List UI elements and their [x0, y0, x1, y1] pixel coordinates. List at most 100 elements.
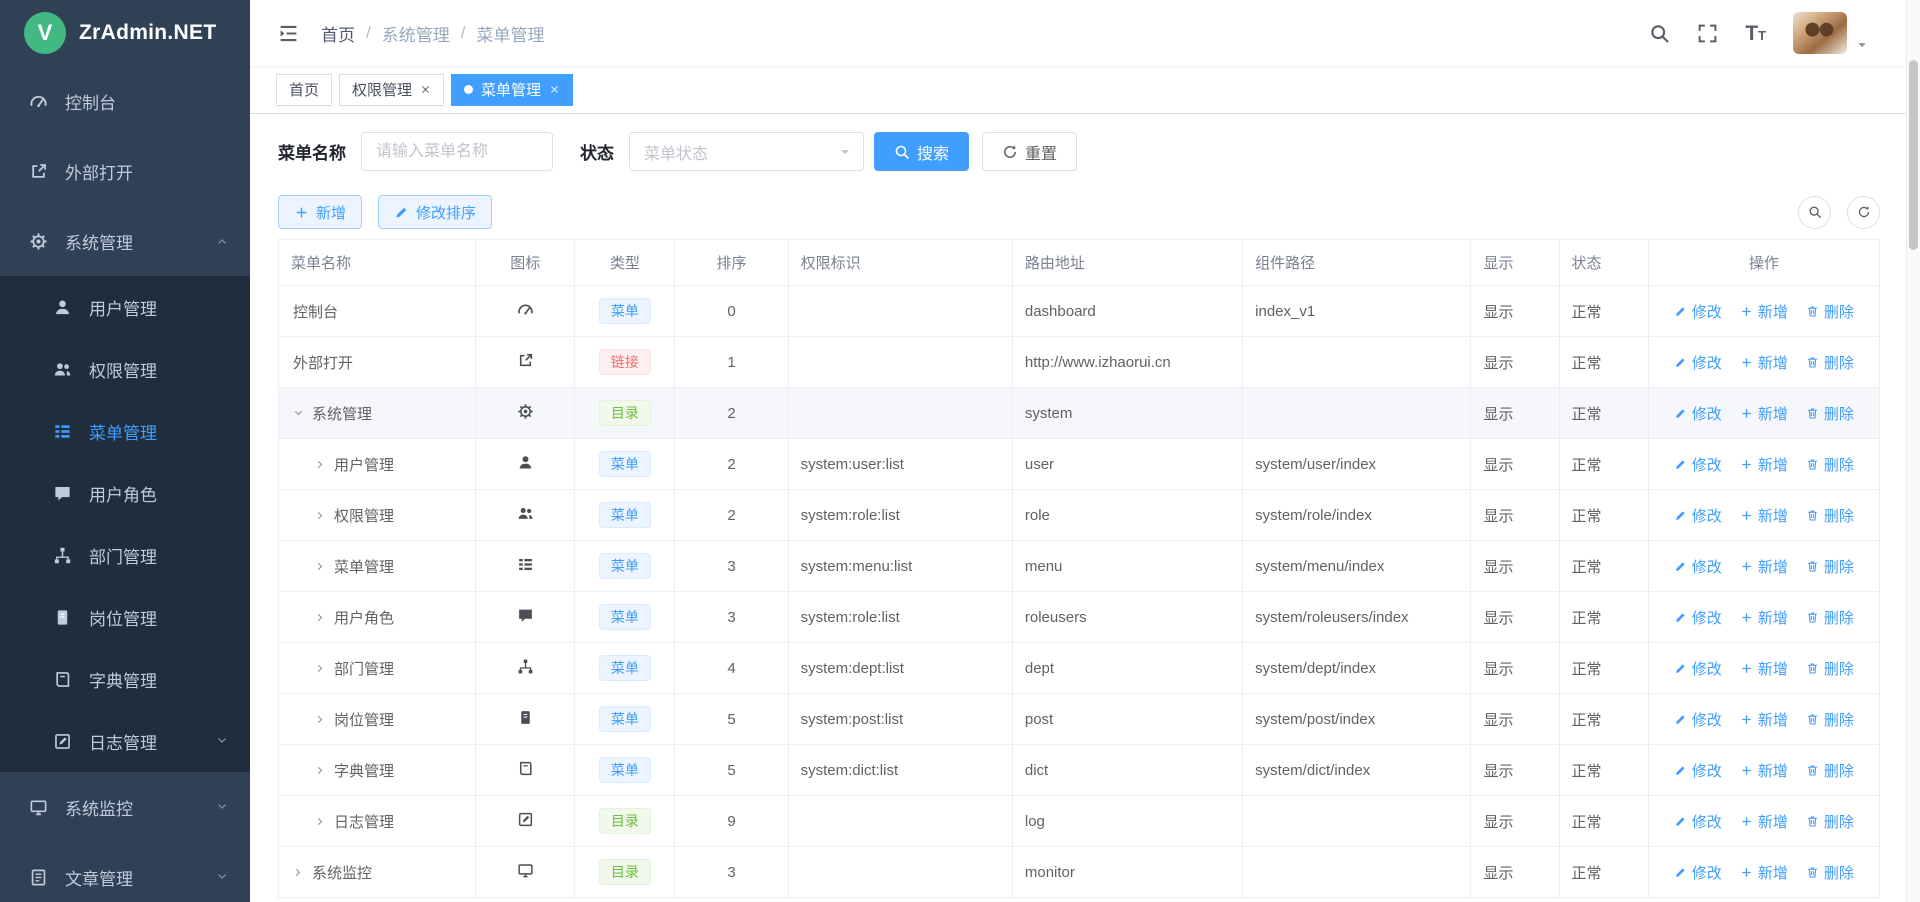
add-action[interactable]: 新增 [1740, 454, 1788, 475]
delete-action[interactable]: 删除 [1806, 709, 1854, 730]
action-label: 删除 [1824, 607, 1854, 628]
edit-icon [1674, 458, 1687, 471]
chevron-right-icon[interactable] [315, 816, 326, 827]
delete-action[interactable]: 删除 [1806, 301, 1854, 322]
font-size-icon[interactable]: TT [1745, 23, 1766, 44]
add-action[interactable]: 新增 [1740, 556, 1788, 577]
close-icon[interactable] [549, 84, 560, 95]
search-icon[interactable] [1649, 23, 1670, 44]
chevron-right-icon[interactable] [315, 765, 326, 776]
sidebar-item[interactable]: 菜单管理 [0, 400, 250, 462]
app-logo[interactable]: V ZrAdmin.NET [0, 0, 250, 66]
chevron-down-icon [216, 735, 228, 747]
edit-action[interactable]: 修改 [1674, 862, 1722, 883]
reset-button[interactable]: 重置 [982, 132, 1077, 171]
edit-action[interactable]: 修改 [1674, 352, 1722, 373]
chevron-right-icon[interactable] [315, 459, 326, 470]
type-tag: 目录 [599, 400, 651, 427]
chevron-right-icon[interactable] [315, 714, 326, 725]
refresh-table-button[interactable] [1847, 196, 1880, 229]
add-action[interactable]: 新增 [1740, 352, 1788, 373]
edit-action[interactable]: 修改 [1674, 556, 1722, 577]
add-action[interactable]: 新增 [1740, 760, 1788, 781]
add-button[interactable]: 新增 [278, 195, 362, 229]
sidebar-item[interactable]: 岗位管理 [0, 586, 250, 648]
table-row: 用户角色菜单3system:role:listroleuserssystem/r… [279, 592, 1880, 643]
sidebar-item[interactable]: 文章管理 [0, 842, 250, 902]
add-action[interactable]: 新增 [1740, 301, 1788, 322]
scrollbar-thumb[interactable] [1909, 60, 1918, 250]
chevron-right-icon[interactable] [293, 867, 304, 878]
sidebar-item[interactable]: 部门管理 [0, 524, 250, 586]
scrollbar[interactable] [1906, 0, 1920, 902]
edit-action[interactable]: 修改 [1674, 403, 1722, 424]
delete-action[interactable]: 删除 [1806, 454, 1854, 475]
edit-action[interactable]: 修改 [1674, 505, 1722, 526]
status-label: 状态 [580, 139, 614, 164]
edit-action[interactable]: 修改 [1674, 454, 1722, 475]
add-action[interactable]: 新增 [1740, 607, 1788, 628]
chevron-right-icon[interactable] [315, 663, 326, 674]
chevron-right-icon[interactable] [315, 561, 326, 572]
tab-item[interactable]: 首页 [276, 74, 332, 106]
table-toolbar: 新增 修改排序 [278, 195, 1880, 229]
edit-sort-button[interactable]: 修改排序 [378, 195, 492, 229]
add-action[interactable]: 新增 [1740, 403, 1788, 424]
edit-icon [1674, 662, 1687, 675]
chevron-down-icon[interactable] [293, 408, 304, 419]
sidebar-item[interactable]: 外部打开 [0, 136, 250, 206]
tab-active[interactable]: 菜单管理 [451, 74, 573, 106]
action-label: 修改 [1692, 301, 1722, 322]
add-action[interactable]: 新增 [1740, 862, 1788, 883]
breadcrumb-item[interactable]: 首页 [321, 21, 355, 46]
edit-action[interactable]: 修改 [1674, 658, 1722, 679]
delete-action[interactable]: 删除 [1806, 658, 1854, 679]
edit-action[interactable]: 修改 [1674, 607, 1722, 628]
add-action[interactable]: 新增 [1740, 709, 1788, 730]
add-action[interactable]: 新增 [1740, 811, 1788, 832]
sidebar-submenu: 用户管理权限管理菜单管理用户角色部门管理岗位管理字典管理日志管理 [0, 276, 250, 772]
add-action[interactable]: 新增 [1740, 505, 1788, 526]
add-action[interactable]: 新增 [1740, 658, 1788, 679]
sidebar-item-label: 岗位管理 [89, 605, 228, 630]
delete-action[interactable]: 删除 [1806, 607, 1854, 628]
user-menu[interactable] [1793, 12, 1868, 54]
edit-action[interactable]: 修改 [1674, 760, 1722, 781]
menu-icon-cell [476, 388, 575, 439]
close-icon[interactable] [420, 84, 431, 95]
search-button[interactable]: 搜索 [874, 132, 969, 171]
delete-action[interactable]: 删除 [1806, 352, 1854, 373]
action-label: 修改 [1692, 403, 1722, 424]
menu-name: 日志管理 [334, 814, 394, 831]
delete-action[interactable]: 删除 [1806, 403, 1854, 424]
status-cell: 正常 [1559, 847, 1648, 898]
avatar[interactable] [1793, 12, 1847, 54]
edit-action[interactable]: 修改 [1674, 709, 1722, 730]
delete-action[interactable]: 删除 [1806, 556, 1854, 577]
fullscreen-icon[interactable] [1697, 23, 1718, 44]
sidebar-item[interactable]: 系统监控 [0, 772, 250, 842]
delete-action[interactable]: 删除 [1806, 811, 1854, 832]
menu-name-input[interactable] [361, 132, 553, 171]
breadcrumb-item[interactable]: 系统管理 [382, 21, 450, 46]
sidebar-item[interactable]: 字典管理 [0, 648, 250, 710]
delete-action[interactable]: 删除 [1806, 862, 1854, 883]
tab-item[interactable]: 权限管理 [339, 74, 444, 106]
caret-down-icon[interactable] [1856, 39, 1868, 54]
edit-action[interactable]: 修改 [1674, 811, 1722, 832]
sidebar-item[interactable]: 用户管理 [0, 276, 250, 338]
sidebar-item[interactable]: 控制台 [0, 66, 250, 136]
delete-action[interactable]: 删除 [1806, 760, 1854, 781]
status-select[interactable]: 菜单状态 [629, 132, 864, 171]
chevron-right-icon[interactable] [315, 612, 326, 623]
show-search-button[interactable] [1798, 196, 1831, 229]
edit-action[interactable]: 修改 [1674, 301, 1722, 322]
sidebar-item[interactable]: 用户角色 [0, 462, 250, 524]
delete-action[interactable]: 删除 [1806, 505, 1854, 526]
chevron-right-icon[interactable] [315, 510, 326, 521]
sidebar-item[interactable]: 权限管理 [0, 338, 250, 400]
chevron-down-icon [216, 801, 228, 813]
sidebar-item[interactable]: 系统管理 [0, 206, 250, 276]
sidebar-item[interactable]: 日志管理 [0, 710, 250, 772]
hamburger-icon[interactable] [278, 23, 299, 44]
